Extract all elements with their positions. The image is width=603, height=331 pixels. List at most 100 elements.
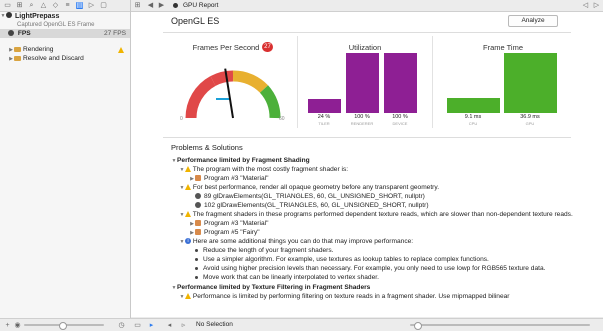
nav-item-label: Rendering <box>23 46 54 53</box>
fps-value: 27 FPS <box>104 30 126 37</box>
navigator-panel: ▭ ⊞ ⌕ △ ◇ ≡ ▤ ▷ ▢ ▼ LightPrepass Captured… <box>0 0 131 330</box>
gl-call-row[interactable]: 102 glDrawElements(GL_TRIANGLES, 60, GL_… <box>195 201 429 210</box>
forward-icon[interactable]: ▶ <box>158 2 165 9</box>
zoom-thumb[interactable] <box>414 322 422 330</box>
frame-time-value: 9.1 ms <box>464 114 482 120</box>
warning-icon <box>185 166 191 173</box>
fps-gauge-icon <box>8 30 14 37</box>
debug-navigator-icon[interactable]: ▤ <box>76 2 83 9</box>
bullet-icon <box>195 257 198 261</box>
folder-icon[interactable]: ▭ <box>4 2 11 9</box>
problem-text: Performance is limited by performing fil… <box>192 293 510 300</box>
utilization-pct: 24 % <box>317 114 331 120</box>
tip-item: Avoid using higher precision levels than… <box>195 264 545 273</box>
fps-label: FPS <box>17 30 31 37</box>
page-title: OpenGL ES <box>171 16 220 26</box>
gauge-yellow-arc <box>232 70 268 94</box>
gl-call-label: 89 glDrawElements(GL_TRIANGLES, 60, GL_U… <box>204 193 425 200</box>
navigator-toolbar: ▭ ⊞ ⌕ △ ◇ ≡ ▤ ▷ ▢ <box>0 0 130 12</box>
divider <box>163 32 571 33</box>
fps-row[interactable]: FPS 27 FPS <box>0 29 130 38</box>
nav-item-resolve[interactable]: ▶ Resolve and Discard <box>0 54 130 63</box>
nav-item-rendering[interactable]: ▶ Rendering <box>0 45 130 54</box>
fps-panel: Frames Per Second 27 0 60 <box>166 36 298 128</box>
debug-bar-icon[interactable]: ▸ <box>148 322 155 329</box>
program-label: Program #3 "Material" <box>204 220 269 227</box>
frame-time-title: Frame Time <box>482 43 523 52</box>
problem-group-title: Performance limited by Fragment Shading <box>177 157 310 164</box>
frame-time-value: 36.9 ms <box>520 114 540 120</box>
divider <box>163 137 571 138</box>
selection-status: No Selection <box>196 321 233 328</box>
problems-title: Problems & Solutions <box>171 143 243 152</box>
problem-text: For best performance, render all opaque … <box>192 184 440 191</box>
problem-group-title: Performance limited by Texture Filtering… <box>177 284 371 291</box>
program-icon <box>195 220 201 227</box>
step-icon[interactable]: ▹ <box>180 322 187 329</box>
report-content: OpenGL ES Analyze Frames Per Second 27 0… <box>131 12 603 317</box>
warning-nav-icon[interactable]: ◁ <box>582 2 589 9</box>
gauge-green-arc <box>259 85 281 119</box>
search-icon[interactable]: ⌕ <box>28 2 35 9</box>
breakpoint-icon[interactable]: ▷ <box>88 2 95 9</box>
draw-call-icon <box>195 193 201 200</box>
nav-item-label: Resolve and Discard <box>23 55 84 62</box>
warning-icon <box>185 184 191 191</box>
utilization-bar <box>384 53 417 113</box>
fps-gauge: 0 60 <box>180 68 285 122</box>
tip-item: Use a simpler algorithm. For example, us… <box>195 255 489 264</box>
gauge-red-arc-2 <box>210 70 234 86</box>
bullet-icon <box>195 248 198 252</box>
disclosure-open-icon[interactable]: ▼ <box>0 12 6 20</box>
utilization-bar <box>346 53 379 113</box>
location-icon[interactable]: ◂ <box>166 322 173 329</box>
utilization-pct: 100 % <box>392 114 408 120</box>
tip-text: Reduce the length of your fragment shade… <box>203 247 334 254</box>
program-label: Program #3 "Material" <box>204 175 269 182</box>
utilization-bar-label: TILER <box>318 121 330 126</box>
frame-time-bar-label: GPU <box>525 121 535 126</box>
capture-row[interactable]: ▼ LightPrepass Captured OpenGL ES Frame <box>0 12 130 29</box>
analyze-button[interactable]: Analyze <box>508 15 558 27</box>
test-icon[interactable]: ◇ <box>52 2 59 9</box>
utilization-bar <box>308 99 341 113</box>
hierarchy-icon[interactable]: ⊞ <box>16 2 23 9</box>
slider-thumb[interactable] <box>59 322 67 330</box>
problems-section: Problems & Solutions ▼Performance limite… <box>171 143 603 317</box>
recent-icon[interactable]: ◷ <box>118 322 125 329</box>
add-icon[interactable]: + <box>4 322 11 329</box>
console-icon[interactable]: ▭ <box>134 322 141 329</box>
next-issue-icon[interactable]: ▷ <box>593 2 600 9</box>
related-items-icon[interactable]: ⊞ <box>134 2 141 9</box>
tip-text: Use a simpler algorithm. For example, us… <box>203 256 489 263</box>
tip-text: Avoid using higher precision levels than… <box>203 265 546 272</box>
frame-time-bar <box>504 53 557 113</box>
program-icon <box>195 229 201 236</box>
app-icon <box>6 12 12 18</box>
jump-bar: ⊞ ◀ ▶ GPU Report ◁ ▷ <box>131 0 603 12</box>
frame-time-bar-label: CPU <box>468 121 478 126</box>
issue-icon[interactable]: △ <box>40 2 47 9</box>
filter-icon[interactable]: ◉ <box>14 322 21 329</box>
problem-item[interactable]: ▼ Performance is limited by performing f… <box>179 292 510 302</box>
gl-call-row[interactable]: 89 glDrawElements(GL_TRIANGLES, 60, GL_U… <box>195 192 425 201</box>
back-icon[interactable]: ◀ <box>147 2 154 9</box>
fps-badge: 27 <box>262 42 273 52</box>
debug-icon[interactable]: ≡ <box>64 2 71 9</box>
frame-time-panel: Frame Time 9.1 ms CPU 36.9 ms GPU <box>433 36 573 128</box>
utilization-bar-label: RENDERER <box>350 121 374 126</box>
report-icon[interactable]: ▢ <box>100 2 107 9</box>
utilization-pct: 100 % <box>354 114 370 120</box>
warning-icon <box>185 211 191 218</box>
warning-icon <box>185 293 191 300</box>
problem-text: Here are some additional things you can … <box>192 238 414 245</box>
frame-time-bar <box>447 98 500 113</box>
warning-icon <box>118 47 124 53</box>
breadcrumb[interactable]: GPU Report <box>183 0 218 11</box>
program-icon <box>195 175 201 182</box>
zoom-slider[interactable] <box>410 324 590 326</box>
problem-text: The fragment shaders in these programs p… <box>192 211 573 218</box>
problem-text: The program with the most costly fragmen… <box>192 166 349 173</box>
gl-call-label: 102 glDrawElements(GL_TRIANGLES, 60, GL_… <box>204 202 429 209</box>
utilization-title: Utilization <box>348 43 382 52</box>
